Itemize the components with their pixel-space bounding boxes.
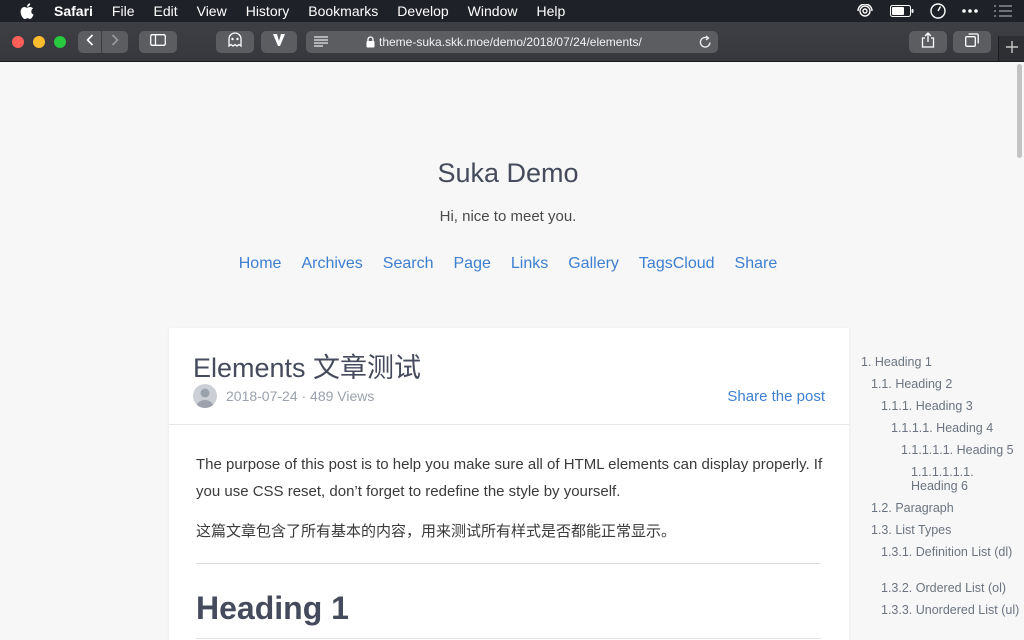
- post-card: Elements 文章测试 2018-07-24 · 489 Views Sha…: [169, 328, 849, 640]
- post-date-views: 2018-07-24 · 489 Views: [226, 388, 375, 404]
- url-text: theme-suka.skk.moe/demo/2018/07/24/eleme…: [379, 35, 642, 49]
- extension-ghost-icon: [227, 31, 243, 53]
- new-tab-button[interactable]: [998, 36, 1024, 61]
- clock-icon[interactable]: [930, 3, 946, 19]
- toc-item[interactable]: 1.2. Paragraph: [871, 501, 1021, 515]
- extension-ghost-button[interactable]: [216, 31, 254, 53]
- menu-bookmarks[interactable]: Bookmarks: [308, 0, 378, 22]
- nav-link-home[interactable]: Home: [239, 255, 282, 273]
- toc-item[interactable]: 1.1.1.1. Heading 4: [891, 421, 1021, 435]
- tabs-icon: [965, 32, 979, 52]
- toc-item[interactable]: 1.3.3. Unordered List (ul): [881, 603, 1021, 617]
- back-icon: [85, 33, 94, 51]
- post-header-divider: [169, 424, 849, 425]
- post-meta: 2018-07-24 · 489 Views: [193, 384, 374, 408]
- site-title[interactable]: Suka Demo: [0, 158, 1016, 189]
- post-title: Elements 文章测试: [193, 353, 422, 383]
- toc-item[interactable]: 1. Heading 1: [861, 355, 1021, 369]
- heading-1: Heading 1: [196, 590, 349, 626]
- extension-v-button[interactable]: [261, 31, 297, 53]
- toc-item[interactable]: 1.1. Heading 2: [871, 377, 1021, 391]
- menu-help[interactable]: Help: [536, 0, 565, 22]
- sidebar-icon: [150, 33, 166, 51]
- post-paragraph-en: The purpose of this post is to help you …: [196, 456, 823, 500]
- status-icons: [856, 0, 1012, 22]
- nav-link-share[interactable]: Share: [735, 255, 778, 273]
- battery-icon[interactable]: [890, 5, 914, 17]
- apple-icon[interactable]: [20, 3, 36, 19]
- minimize-window-button[interactable]: [33, 36, 45, 48]
- forward-icon: [111, 33, 119, 51]
- toc-item[interactable]: 1.3. List Types: [871, 523, 1021, 537]
- nav-link-page[interactable]: Page: [454, 255, 491, 273]
- post-paragraph-zh: 这篇文章包含了所有基本的内容，用来测试所有样式是否都能正常显示。: [196, 523, 677, 540]
- plus-icon: [1006, 40, 1018, 58]
- address-bar[interactable]: theme-suka.skk.moe/demo/2018/07/24/eleme…: [306, 31, 718, 53]
- menu-develop[interactable]: Develop: [397, 0, 448, 22]
- site-nav: Home Archives Search Page Links Gallery …: [0, 255, 1016, 273]
- browser-toolbar: theme-suka.skk.moe/demo/2018/07/24/eleme…: [0, 22, 1024, 62]
- menu-bar: Safari File Edit View History Bookmarks …: [0, 0, 1024, 22]
- toc-item[interactable]: 1.1.1.1.1.1. Heading 6: [911, 465, 1021, 493]
- more-icon[interactable]: [962, 9, 978, 13]
- nav-link-links[interactable]: Links: [511, 255, 548, 273]
- avatar: [193, 384, 217, 408]
- zoom-window-button[interactable]: [54, 36, 66, 48]
- web-page: Suka Demo Hi, nice to meet you. Home Arc…: [0, 62, 1024, 640]
- nav-link-archives[interactable]: Archives: [301, 255, 362, 273]
- extension-v-icon: [272, 33, 286, 52]
- page-scrollbar[interactable]: [1017, 64, 1022, 158]
- reader-icon[interactable]: [314, 36, 328, 50]
- close-window-button[interactable]: [12, 36, 24, 48]
- menu-history[interactable]: History: [246, 0, 290, 22]
- horizontal-rule: [196, 563, 821, 564]
- list-icon[interactable]: [994, 5, 1012, 17]
- menu-file[interactable]: File: [112, 0, 135, 22]
- toc-item[interactable]: 1.1.1. Heading 3: [881, 399, 1021, 413]
- toc-item[interactable]: 1.1.1.1.1. Heading 5: [901, 443, 1021, 457]
- share-post-link[interactable]: Share the post: [727, 388, 825, 405]
- heading-underline: [196, 638, 821, 639]
- share-button[interactable]: [909, 31, 947, 53]
- menu-window[interactable]: Window: [468, 0, 518, 22]
- tabs-overview-button[interactable]: [953, 31, 991, 53]
- menu-view[interactable]: View: [197, 0, 227, 22]
- lock-icon: [366, 36, 375, 51]
- forward-button[interactable]: [102, 31, 128, 53]
- site-description: Hi, nice to meet you.: [439, 208, 577, 225]
- menu-edit[interactable]: Edit: [153, 0, 177, 22]
- sidebar-button[interactable]: [139, 31, 177, 53]
- nav-link-tagscloud[interactable]: TagsCloud: [639, 255, 715, 273]
- menu-app-safari[interactable]: Safari: [54, 0, 93, 22]
- toc-item[interactable]: 1.3.1. Definition List (dl): [881, 545, 1021, 559]
- nav-link-gallery[interactable]: Gallery: [568, 255, 619, 273]
- back-button[interactable]: [78, 31, 101, 53]
- wifi-icon[interactable]: [856, 4, 874, 18]
- reload-icon[interactable]: [699, 35, 712, 52]
- share-icon: [921, 31, 935, 53]
- nav-link-search[interactable]: Search: [383, 255, 434, 273]
- toc-item[interactable]: 1.3.2. Ordered List (ol): [881, 581, 1021, 595]
